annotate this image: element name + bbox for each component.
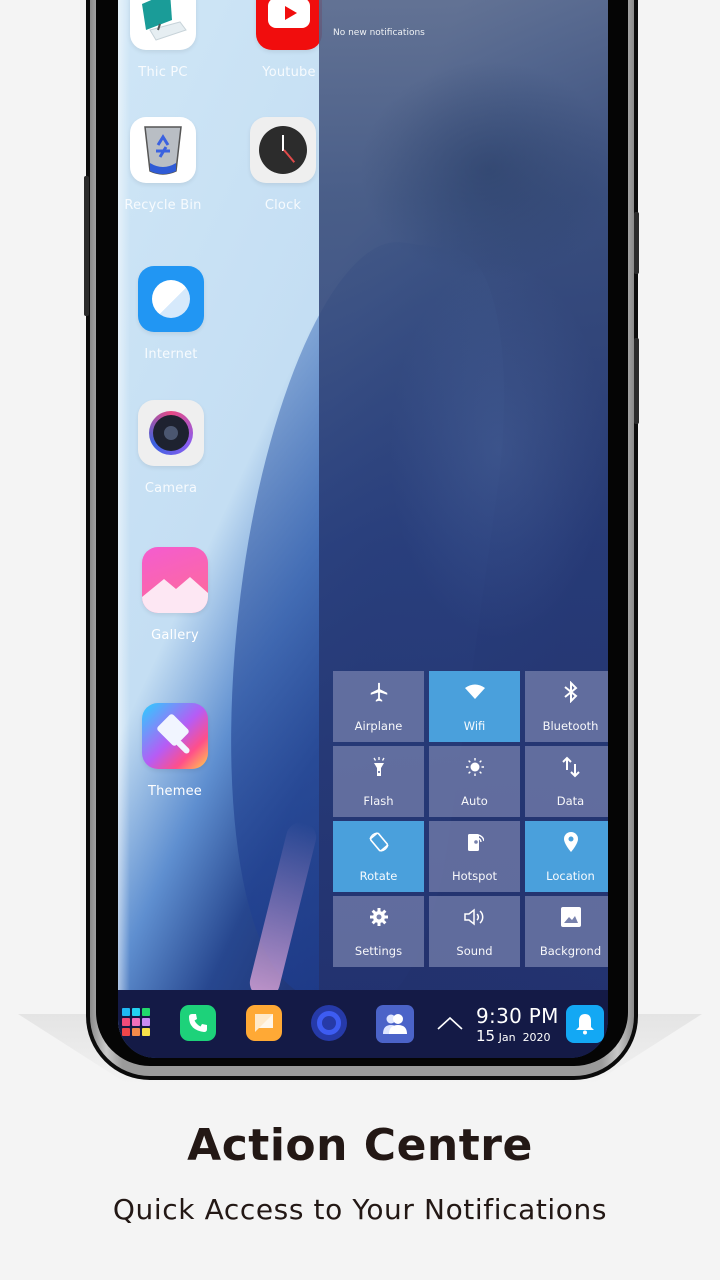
promo-screen: Thic PC Youtube Recycle Bin Clock Intern… bbox=[0, 0, 720, 1280]
app-label: Clock bbox=[264, 198, 302, 213]
tile-wifi[interactable]: Wifi bbox=[429, 671, 520, 742]
phone-screen: Thic PC Youtube Recycle Bin Clock Intern… bbox=[118, 0, 608, 1058]
contacts-button[interactable] bbox=[376, 1005, 414, 1043]
volume-button bbox=[84, 176, 89, 316]
brightness-icon bbox=[429, 756, 520, 778]
date-text: 15 Jan 2020 bbox=[476, 1027, 551, 1045]
tile-label: Backgrond bbox=[539, 944, 602, 958]
tile-label: Airplane bbox=[354, 719, 403, 733]
tile-label: Rotate bbox=[359, 869, 398, 883]
chevron-up-icon bbox=[437, 1016, 463, 1030]
tile-sound[interactable]: Sound bbox=[429, 896, 520, 967]
taskbar: 9:30 PM 15 Jan 2020 bbox=[118, 990, 608, 1058]
app-label: Recycle Bin bbox=[124, 198, 202, 213]
camera-icon bbox=[138, 400, 204, 466]
tile-label: Bluetooth bbox=[542, 719, 599, 733]
messages-button[interactable] bbox=[246, 1005, 282, 1041]
speaker-icon bbox=[429, 906, 520, 928]
messages-icon bbox=[246, 1005, 282, 1041]
tile-rotate[interactable]: Rotate bbox=[333, 821, 424, 892]
notification-status-text: No new notifications bbox=[333, 28, 425, 38]
image-icon bbox=[525, 906, 608, 928]
clock-icon bbox=[250, 117, 316, 183]
location-pin-icon bbox=[525, 831, 608, 853]
bell-icon bbox=[566, 1005, 604, 1043]
action-centre-button[interactable] bbox=[566, 1005, 604, 1043]
tile-label: Sound bbox=[456, 944, 493, 958]
show-hidden-icons-button[interactable] bbox=[437, 1015, 463, 1034]
wifi-icon bbox=[429, 681, 520, 703]
hotspot-icon bbox=[429, 831, 520, 853]
app-camera[interactable]: Camera bbox=[126, 400, 216, 496]
tile-label: Settings bbox=[354, 944, 403, 958]
app-internet[interactable]: Internet bbox=[126, 266, 216, 362]
tile-hotspot[interactable]: Hotspot bbox=[429, 821, 520, 892]
airplane-icon bbox=[333, 681, 424, 703]
internet-globe-icon bbox=[138, 266, 204, 332]
power-button bbox=[634, 212, 639, 274]
app-gallery[interactable]: Gallery bbox=[130, 547, 220, 643]
app-label: Thic PC bbox=[138, 65, 188, 80]
action-centre-panel: No new notifications Airplane Wifi Bluet… bbox=[319, 0, 608, 990]
phone-button[interactable] bbox=[180, 1005, 216, 1041]
tile-background[interactable]: Backgrond bbox=[525, 896, 608, 967]
tile-location[interactable]: Location bbox=[525, 821, 608, 892]
app-grid-icon bbox=[122, 1008, 150, 1036]
gear-icon bbox=[333, 906, 424, 928]
start-grid-button[interactable] bbox=[122, 1008, 150, 1040]
app-label: Camera bbox=[144, 481, 198, 496]
recycle-bin-icon bbox=[130, 117, 196, 183]
promo-title: Action Centre bbox=[187, 1120, 533, 1171]
phone-icon bbox=[180, 1005, 216, 1041]
gallery-icon bbox=[142, 547, 208, 613]
computer-icon bbox=[130, 0, 196, 50]
tile-label: Flash bbox=[363, 794, 394, 808]
cortana-ring-icon bbox=[311, 1005, 347, 1041]
tile-label: Location bbox=[546, 869, 595, 883]
app-this-pc[interactable]: Thic PC bbox=[118, 0, 208, 80]
app-label: Themee bbox=[147, 784, 203, 799]
tile-label: Hotspot bbox=[451, 869, 498, 883]
flashlight-icon bbox=[333, 756, 424, 778]
app-recycle-bin[interactable]: Recycle Bin bbox=[118, 117, 208, 213]
theme-brush-icon bbox=[142, 703, 208, 769]
promo-subtitle: Quick Access to Your Notifications bbox=[112, 1193, 608, 1226]
quick-actions-grid: Airplane Wifi Bluetooth Flash Auto Data … bbox=[333, 671, 608, 967]
app-label: Internet bbox=[144, 347, 198, 362]
data-arrows-icon bbox=[525, 756, 608, 778]
clock-readout[interactable]: 9:30 PM 15 Jan 2020 bbox=[476, 1006, 559, 1046]
app-themee[interactable]: Themee bbox=[130, 703, 220, 799]
bluetooth-icon bbox=[525, 681, 608, 703]
cortana-button[interactable] bbox=[311, 1005, 347, 1041]
rotate-icon bbox=[333, 831, 424, 853]
tile-auto[interactable]: Auto bbox=[429, 746, 520, 817]
side-button bbox=[634, 338, 639, 424]
tile-airplane[interactable]: Airplane bbox=[333, 671, 424, 742]
time-text: 9:30 PM bbox=[476, 1004, 559, 1028]
contacts-icon bbox=[376, 1005, 414, 1043]
tile-flash[interactable]: Flash bbox=[333, 746, 424, 817]
tile-label: Data bbox=[556, 794, 585, 808]
tile-settings[interactable]: Settings bbox=[333, 896, 424, 967]
tile-label: Wifi bbox=[463, 719, 486, 733]
app-clock[interactable]: Clock bbox=[238, 117, 328, 213]
tile-label: Auto bbox=[461, 794, 488, 808]
tile-bluetooth[interactable]: Bluetooth bbox=[525, 671, 608, 742]
youtube-icon bbox=[256, 0, 322, 50]
app-label: Gallery bbox=[151, 628, 199, 643]
tile-data[interactable]: Data bbox=[525, 746, 608, 817]
